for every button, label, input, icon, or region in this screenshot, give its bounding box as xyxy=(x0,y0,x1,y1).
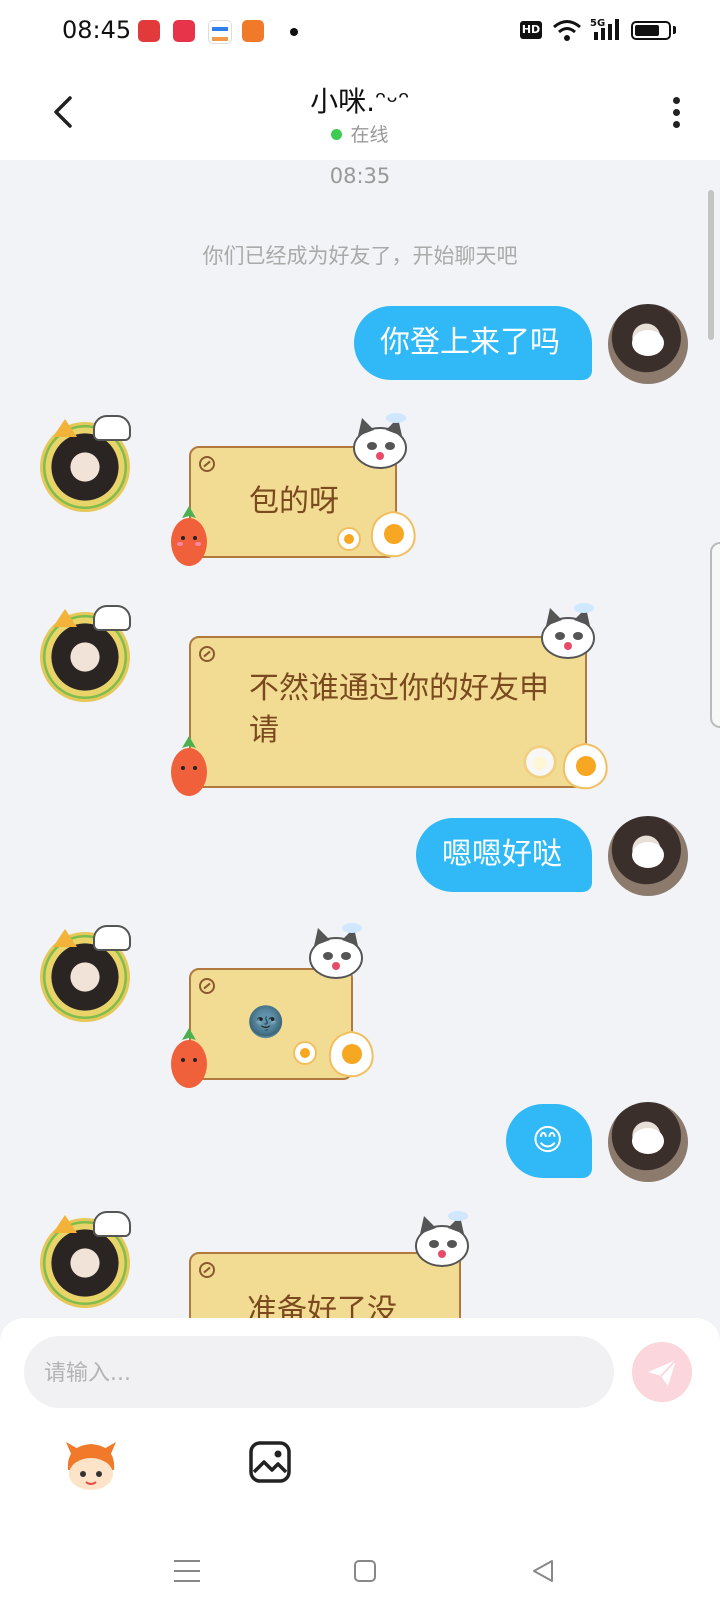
scrollbar[interactable] xyxy=(708,190,714,340)
online-dot-icon xyxy=(331,129,343,140)
egg-sticker-icon xyxy=(562,742,608,790)
chat-header: 小咪.ᵔᵕᵔ 在线 xyxy=(0,64,720,160)
rivet-icon xyxy=(199,1262,215,1278)
cat-sticker-icon xyxy=(309,923,363,979)
contact-message-text: 🌚 xyxy=(247,1005,285,1040)
egg-small-sticker-icon xyxy=(523,745,557,779)
contact-avatar[interactable] xyxy=(40,925,131,1022)
more-options-button[interactable] xyxy=(662,92,690,132)
egg-small-sticker-icon xyxy=(293,1041,317,1065)
send-button[interactable] xyxy=(632,1342,692,1402)
wallet-app-icon xyxy=(208,20,232,44)
contact-avatar[interactable] xyxy=(40,605,131,702)
network-label: 5G xyxy=(590,18,605,29)
cat-sticker-icon xyxy=(353,413,407,469)
presence-label: 在线 xyxy=(350,124,389,146)
message-input-container[interactable] xyxy=(24,1336,614,1410)
signal-icon: 5G xyxy=(590,18,619,40)
my-message-bubble[interactable]: 嗯嗯好哒 xyxy=(416,818,592,892)
system-message: 你们已经成为好友了，开始聊天吧 xyxy=(202,244,518,268)
carrot-sticker-icon xyxy=(171,1028,207,1088)
wifi-icon xyxy=(553,20,581,41)
battery-level xyxy=(635,25,659,36)
home-icon[interactable] xyxy=(354,1560,376,1582)
my-message-bubble[interactable]: 😊 xyxy=(506,1104,592,1178)
menu-icon[interactable] xyxy=(174,1560,200,1582)
contact-avatar[interactable] xyxy=(40,415,131,512)
message-input[interactable] xyxy=(42,1336,596,1410)
contact-avatar[interactable] xyxy=(40,1211,131,1308)
video-app-icon xyxy=(138,20,160,42)
rivet-icon xyxy=(199,646,215,662)
rivet-icon xyxy=(199,978,215,994)
contact-message-text: 不然谁通过你的好友申请 xyxy=(249,671,549,748)
carrot-sticker-icon xyxy=(171,506,207,566)
status-bar: 08:45 HD 5G xyxy=(0,0,720,64)
reader-app-icon xyxy=(242,20,264,42)
my-avatar[interactable] xyxy=(608,1102,688,1182)
egg-small-sticker-icon xyxy=(337,527,361,551)
presence-status: 在线 xyxy=(0,120,720,147)
notification-dot xyxy=(290,28,298,36)
back-icon[interactable] xyxy=(530,1558,556,1584)
egg-sticker-icon xyxy=(370,510,416,558)
rivet-icon xyxy=(199,456,215,472)
battery-tip xyxy=(673,26,676,34)
my-avatar[interactable] xyxy=(608,816,688,896)
battery-icon xyxy=(631,21,671,40)
message-timestamp: 08:35 xyxy=(329,164,391,188)
message-list[interactable]: 08:35 你们已经成为好友了，开始聊天吧 你登上来了吗 包的呀 不然谁通过你的… xyxy=(0,160,720,1318)
hd-icon: HD xyxy=(520,21,542,39)
status-time: 08:45 xyxy=(62,16,132,44)
photo-app-icon xyxy=(173,20,195,42)
contact-message-text: 准备好了没 xyxy=(247,1293,397,1318)
contact-message-text: 包的呀 xyxy=(249,484,339,519)
my-avatar[interactable] xyxy=(608,304,688,384)
side-drawer-handle[interactable] xyxy=(710,542,720,728)
cat-sticker-icon xyxy=(415,1211,469,1267)
image-icon[interactable] xyxy=(248,1440,292,1484)
cat-sticker-icon xyxy=(541,603,595,659)
egg-sticker-icon xyxy=(328,1030,374,1078)
emoji-icon[interactable] xyxy=(62,1436,120,1494)
my-message-bubble[interactable]: 你登上来了吗 xyxy=(354,306,592,380)
contact-name: 小咪.ᵔᵕᵔ xyxy=(310,85,410,118)
carrot-sticker-icon xyxy=(171,736,207,796)
